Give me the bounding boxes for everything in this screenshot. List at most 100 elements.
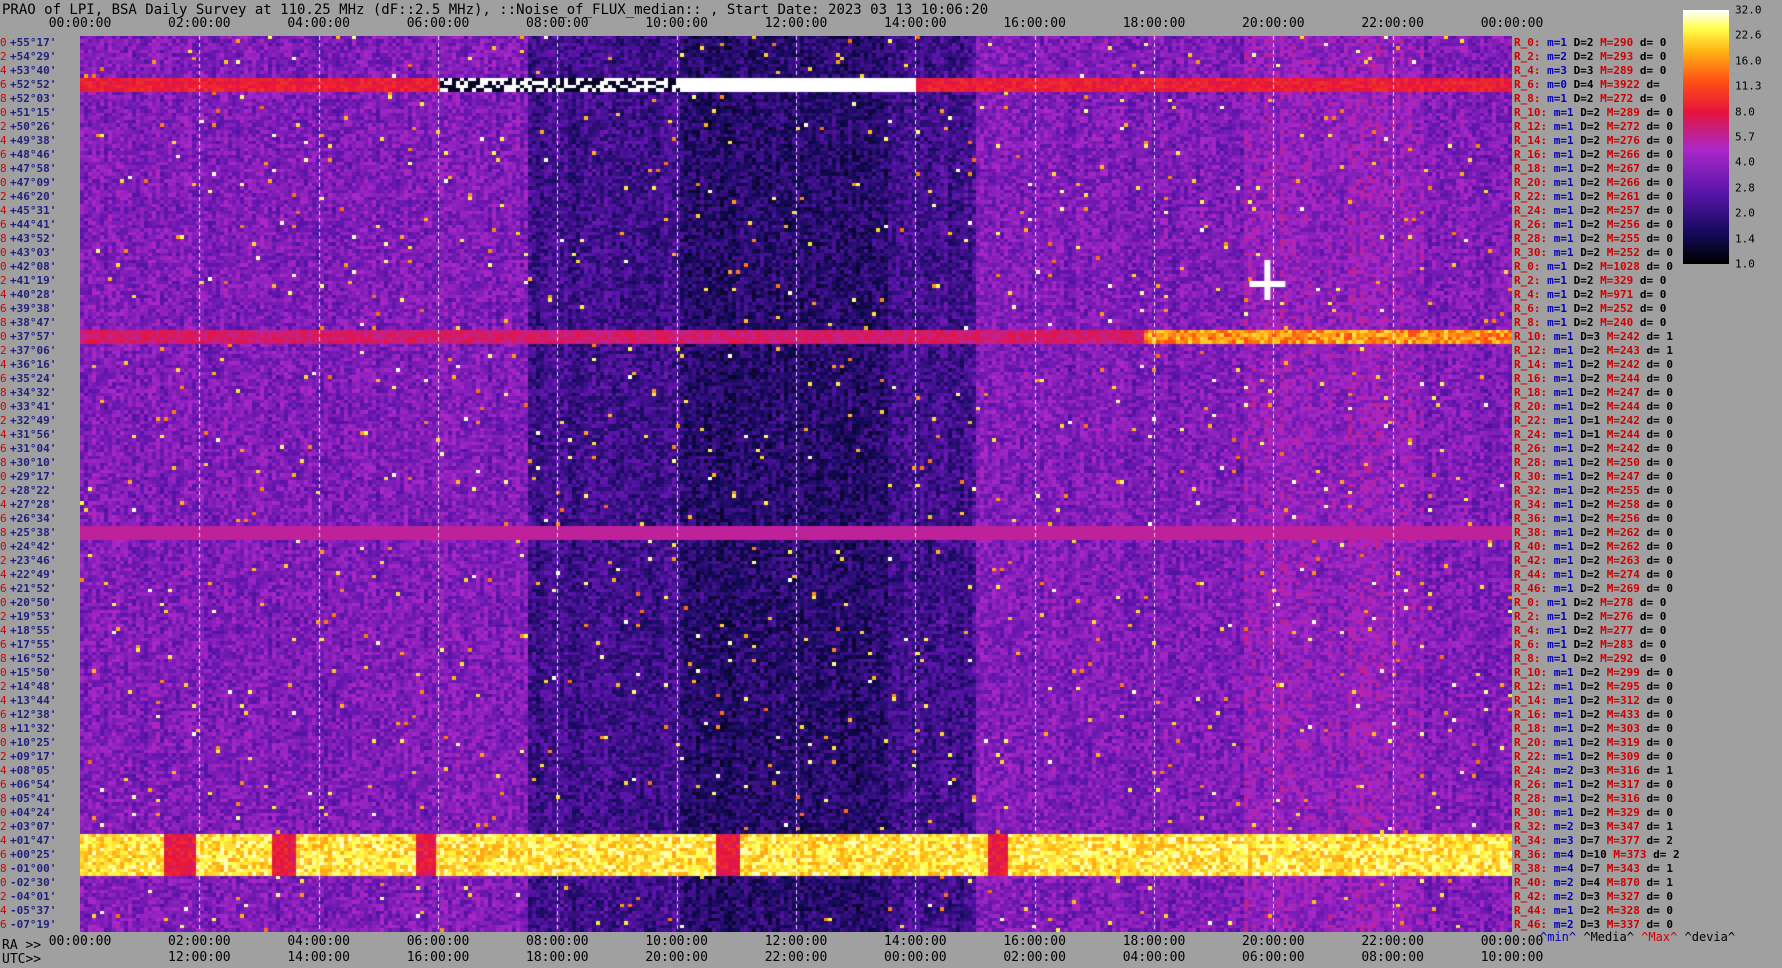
stat-de: d= 0 <box>1646 372 1674 385</box>
stat-de: d= 0 <box>1646 680 1674 693</box>
stat-de: d= 0 <box>1646 148 1674 161</box>
stat-M: M=278 <box>1600 596 1634 609</box>
stat-m: m=1 <box>1547 610 1567 623</box>
declination-label: 6 +06°54' <box>0 778 56 792</box>
row-index: 4 <box>0 358 7 371</box>
declination-value: +52°03' <box>10 92 57 105</box>
stat-M: M=1028 <box>1600 260 1640 273</box>
stat-M: M=252 <box>1600 302 1634 315</box>
declination-value: +38°47' <box>10 316 57 329</box>
stat-M: M=272 <box>1600 92 1634 105</box>
row-stat: R_26: m=1 D=2 M=317 d= 0 <box>1514 778 1673 792</box>
row-stat: R_20: m=1 D=2 M=244 d= 0 <box>1514 400 1673 414</box>
stat-M: M=3922 <box>1600 78 1640 91</box>
stat-de: d= 1 <box>1646 344 1674 357</box>
stat-de: d= 0 <box>1646 456 1674 469</box>
axis-tick-label: 04:00:00 <box>287 934 350 949</box>
declination-axis: 0 +55°17' 2 +54°29' 4 +53°40' 6 +52°52' 8 +52°03'… <box>0 36 80 932</box>
stat-de: d= 0 <box>1646 778 1674 791</box>
stat-m: m=1 <box>1553 386 1574 399</box>
declination-value: +47°09' <box>10 176 57 189</box>
stat-de: d= 0 <box>1646 694 1674 707</box>
row-index: 8 <box>0 526 7 539</box>
declination-value: +32°49' <box>10 414 57 427</box>
declination-value: +39°38' <box>10 302 57 315</box>
row-index: 6 <box>0 78 7 91</box>
row-stat: R_10: m=1 D=2 M=289 d= 0 <box>1514 106 1673 120</box>
axis-tick-label: 08:00:00 <box>1361 950 1424 965</box>
stat-d: D=2 <box>1580 456 1601 469</box>
declination-value: +43°52' <box>10 232 57 245</box>
stat-d: D=2 <box>1580 218 1601 231</box>
declination-value: +13°44' <box>10 694 57 707</box>
row-stat: R_36: m=1 D=2 M=256 d= 0 <box>1514 512 1673 526</box>
legend-min: ^min^ <box>1540 930 1577 944</box>
stat-M: M=328 <box>1606 904 1640 917</box>
declination-label: 4 +01°47' <box>0 834 56 848</box>
stat-de: d= 0 <box>1639 50 1667 63</box>
stat-label: R_36: <box>1514 512 1548 525</box>
stat-m: m=1 <box>1553 554 1574 567</box>
row-index: 8 <box>0 456 7 469</box>
axis-tick-label: 06:00:00 <box>1242 950 1305 965</box>
row-index: 0 <box>0 400 7 413</box>
declination-value: +19°53' <box>10 610 57 623</box>
row-stat: R_16: m=1 D=2 M=266 d= 0 <box>1514 148 1673 162</box>
stat-M: M=247 <box>1606 470 1640 483</box>
row-stat: R_0: m=1 D=2 M=290 d= 0 <box>1514 36 1666 50</box>
stat-M: M=276 <box>1606 134 1640 147</box>
declination-value: +15°50' <box>10 666 57 679</box>
declination-label: 2 +32°49' <box>0 414 56 428</box>
declination-value: +24°42' <box>10 540 57 553</box>
stat-de: d= 0 <box>1646 722 1674 735</box>
declination-value: +35°24' <box>10 372 57 385</box>
stat-d: D=2 <box>1573 50 1594 63</box>
stat-d: D=2 <box>1580 386 1601 399</box>
stat-de: d= 0 <box>1646 442 1674 455</box>
stat-label: R_26: <box>1514 218 1548 231</box>
declination-label: 4 +40°28' <box>0 288 56 302</box>
stat-de: d= 0 <box>1646 540 1674 553</box>
declination-label: 8 +05°41' <box>0 792 56 806</box>
declination-value: +10°25' <box>10 736 57 749</box>
row-index: 2 <box>0 50 7 63</box>
axis-tick-label: 12:00:00 <box>764 16 828 31</box>
stat-M: M=244 <box>1606 372 1640 385</box>
declination-label: 0 +24°42' <box>0 540 56 554</box>
row-stat: R_44: m=1 D=2 M=274 d= 0 <box>1514 568 1673 582</box>
row-index: 2 <box>0 344 7 357</box>
row-stat: R_46: m=1 D=2 M=269 d= 0 <box>1514 582 1673 596</box>
axis-tick-label: 10:00:00 <box>1480 950 1544 965</box>
stat-M: M=373 <box>1613 848 1647 861</box>
row-index: 6 <box>0 218 7 231</box>
stat-M: M=309 <box>1606 750 1640 763</box>
declination-label: 8 -01°00' <box>0 862 56 876</box>
stat-m: m=1 <box>1553 190 1574 203</box>
stat-label: R_32: <box>1514 484 1548 497</box>
declination-value: +01°47' <box>10 834 57 847</box>
stat-m: m=1 <box>1553 540 1574 553</box>
stat-M: M=247 <box>1606 386 1640 399</box>
declination-label: 0 +10°25' <box>0 736 56 750</box>
declination-value: +26°34' <box>10 512 57 525</box>
stat-m: m=1 <box>1553 722 1574 735</box>
row-index: 6 <box>0 708 7 721</box>
row-index: 4 <box>0 624 7 637</box>
stat-m: m=1 <box>1547 596 1567 609</box>
row-stat: R_38: m=1 D=2 M=262 d= 0 <box>1514 526 1673 540</box>
declination-value: +08°05' <box>10 764 57 777</box>
declination-value: +45°31' <box>10 204 57 217</box>
declination-label: 4 +31°56' <box>0 428 56 442</box>
row-stat: R_30: m=1 D=2 M=252 d= 0 <box>1514 246 1673 260</box>
row-stat: R_40: m=2 D=4 M=870 d= 1 <box>1514 876 1673 890</box>
stat-label: R_28: <box>1514 232 1548 245</box>
row-stat: R_0: m=1 D=2 M=278 d= 0 <box>1514 596 1666 610</box>
row-stat: R_42: m=2 D=3 M=327 d= 0 <box>1514 890 1673 904</box>
declination-value: +50°26' <box>10 120 57 133</box>
stat-M: M=255 <box>1606 232 1640 245</box>
declination-label: 0 +29°17' <box>0 470 56 484</box>
stat-label: R_10: <box>1514 666 1548 679</box>
declination-value: +44°41' <box>10 218 57 231</box>
stat-de: d= 0 <box>1639 316 1667 329</box>
row-index: 4 <box>0 834 7 847</box>
